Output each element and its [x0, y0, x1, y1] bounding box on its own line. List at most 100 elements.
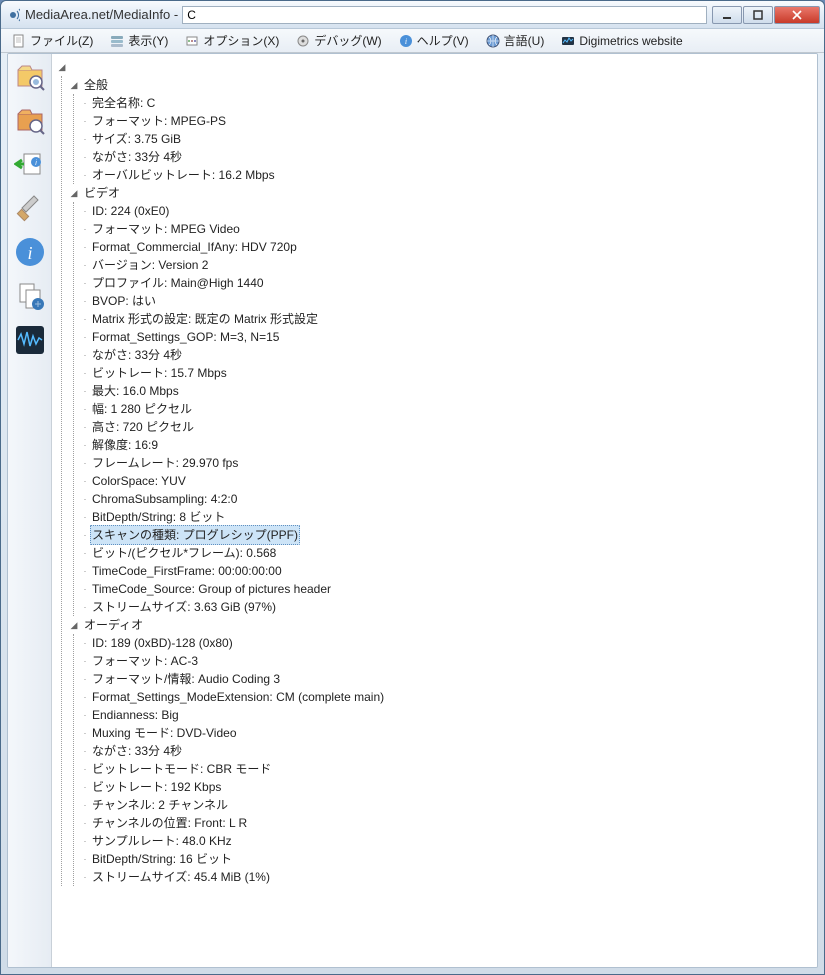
window-controls [711, 6, 820, 24]
minimize-button[interactable] [712, 6, 742, 24]
tree-leaf-row[interactable]: フォーマット: MPEG-PS [80, 112, 813, 130]
tree-leaf-row[interactable]: ながさ: 33分 4秒 [80, 346, 813, 364]
collapse-icon[interactable]: ◢ [56, 61, 68, 73]
tree-leaf-label: TimeCode_FirstFrame: 00:00:00:00 [90, 562, 284, 580]
tree-leaf-row[interactable]: ビットレート: 15.7 Mbps [80, 364, 813, 382]
tree-leaf-row[interactable]: 高さ: 720 ピクセル [80, 418, 813, 436]
tree-leaf-row[interactable]: フォーマット: AC-3 [80, 652, 813, 670]
tree-leaf-label: ストリームサイズ: 3.63 GiB (97%) [90, 598, 278, 616]
tree-section-row[interactable]: ◢オーディオ [68, 616, 813, 634]
tree-leaf-row[interactable]: 完全名称: C [80, 94, 813, 112]
tree-leaf-row[interactable]: ながさ: 33分 4秒 [80, 148, 813, 166]
tree-leaf-row[interactable]: サンプルレート: 48.0 KHz [80, 832, 813, 850]
leaf-bullet-icon [80, 850, 90, 868]
menu-label: オプション(X) [203, 32, 279, 49]
leaf-bullet-icon [80, 436, 90, 454]
tree-leaf-row[interactable]: ストリームサイズ: 3.63 GiB (97%) [80, 598, 813, 616]
close-button[interactable] [774, 6, 820, 24]
tree-leaf-label: BitDepth/String: 8 ビット [90, 508, 227, 526]
tree-leaf-row[interactable]: プロファイル: Main@High 1440 [80, 274, 813, 292]
sidebar-open-file-button[interactable] [12, 58, 48, 94]
sidebar-export-button[interactable]: i [12, 146, 48, 182]
tree-leaf-row[interactable]: 解像度: 16:9 [80, 436, 813, 454]
tree-leaf-row[interactable]: フォーマット: MPEG Video [80, 220, 813, 238]
tree-section-label: 全般 [82, 76, 110, 94]
tree-leaf-row[interactable]: ビット/(ピクセル*フレーム): 0.568 [80, 544, 813, 562]
menu-debug[interactable]: デバッグ(W) [289, 30, 387, 51]
tree-leaf-row[interactable]: ビットレート: 192 Kbps [80, 778, 813, 796]
menu-help[interactable]: i ヘルプ(V) [392, 30, 475, 51]
tree-leaf-row[interactable]: TimeCode_Source: Group of pictures heade… [80, 580, 813, 598]
svg-text:i: i [405, 37, 407, 46]
menu-language[interactable]: 言語(U) [479, 30, 551, 51]
tree-leaf-row[interactable]: TimeCode_FirstFrame: 00:00:00:00 [80, 562, 813, 580]
sidebar-copy-button[interactable] [12, 278, 48, 314]
tree-leaf-label: サンプルレート: 48.0 KHz [90, 832, 234, 850]
tree-leaf-row[interactable]: チャンネルの位置: Front: L R [80, 814, 813, 832]
tree-leaf-row[interactable]: バージョン: Version 2 [80, 256, 813, 274]
leaf-bullet-icon [80, 706, 90, 724]
tree-leaf-row[interactable]: ChromaSubsampling: 4:2:0 [80, 490, 813, 508]
leaf-bullet-icon [80, 94, 90, 112]
tree-leaf-label: ストリームサイズ: 45.4 MiB (1%) [90, 868, 272, 886]
tree-leaf-row[interactable]: Format_Settings_GOP: M=3, N=15 [80, 328, 813, 346]
tree-leaf-row[interactable]: Muxing モード: DVD-Video [80, 724, 813, 742]
tree-leaf-row[interactable]: Format_Settings_ModeExtension: CM (compl… [80, 688, 813, 706]
tree-leaf-row[interactable]: フォーマット/情報: Audio Coding 3 [80, 670, 813, 688]
tree-leaf-row[interactable]: ColorSpace: YUV [80, 472, 813, 490]
leaf-bullet-icon [80, 310, 90, 328]
tree-leaf-label: ビット/(ピクセル*フレーム): 0.568 [90, 544, 278, 562]
tree-leaf-row[interactable]: チャンネル: 2 チャンネル [80, 796, 813, 814]
tree-leaf-row[interactable]: スキャンの種類: プログレシップ(PPF) [80, 526, 813, 544]
tree-leaf-row[interactable]: Format_Commercial_IfAny: HDV 720p [80, 238, 813, 256]
tree-section-row[interactable]: ◢全般 [68, 76, 813, 94]
menubar: ファイル(Z) 表示(Y) オプション(X) デバッグ(W) i ヘルプ(V) [1, 29, 824, 53]
tree-leaf-label: Format_Commercial_IfAny: HDV 720p [90, 238, 299, 256]
tree-leaf-row[interactable]: ID: 189 (0xBD)-128 (0x80) [80, 634, 813, 652]
menu-digimetrics[interactable]: Digimetrics website [554, 31, 688, 51]
sidebar-preferences-button[interactable] [12, 190, 48, 226]
menu-options[interactable]: オプション(X) [178, 30, 285, 51]
leaf-bullet-icon [80, 724, 90, 742]
tree-leaf-row[interactable]: ID: 224 (0xE0) [80, 202, 813, 220]
tree-leaf-row[interactable]: ながさ: 33分 4秒 [80, 742, 813, 760]
tree-root-row[interactable]: ◢ [56, 58, 813, 76]
collapse-icon[interactable]: ◢ [68, 187, 80, 199]
titlebar-path-field[interactable]: C [182, 6, 707, 24]
tree-leaf-label: ColorSpace: YUV [90, 472, 188, 490]
leaf-bullet-icon [80, 256, 90, 274]
tree-leaf-row[interactable]: 幅: 1 280 ピクセル [80, 400, 813, 418]
tree-leaf-row[interactable]: ストリームサイズ: 45.4 MiB (1%) [80, 868, 813, 886]
collapse-icon[interactable]: ◢ [68, 79, 80, 91]
menu-view[interactable]: 表示(Y) [103, 30, 174, 51]
tree-leaf-label: ながさ: 33分 4秒 [90, 148, 184, 166]
tree-leaf-label: 解像度: 16:9 [90, 436, 160, 454]
tree-section-row[interactable]: ◢ビデオ [68, 184, 813, 202]
sidebar-about-button[interactable]: i [12, 234, 48, 270]
menu-file[interactable]: ファイル(Z) [5, 30, 99, 51]
tree-leaf-row[interactable]: BVOP: はい [80, 292, 813, 310]
digimetrics-icon [560, 33, 576, 49]
sidebar-open-folder-button[interactable] [12, 102, 48, 138]
tree-leaf-label: ChromaSubsampling: 4:2:0 [90, 490, 239, 508]
maximize-button[interactable] [743, 6, 773, 24]
tree-leaf-row[interactable]: ビットレートモード: CBR モード [80, 760, 813, 778]
collapse-icon[interactable]: ◢ [68, 619, 80, 631]
menu-label: Digimetrics website [579, 34, 682, 48]
leaf-bullet-icon [80, 796, 90, 814]
tree-leaf-row[interactable]: オーバルビットレート: 16.2 Mbps [80, 166, 813, 184]
leaf-bullet-icon [80, 364, 90, 382]
tree-leaf-label: フォーマット: AC-3 [90, 652, 200, 670]
tree-leaf-row[interactable]: BitDepth/String: 16 ビット [80, 850, 813, 868]
tree-leaf-row[interactable]: BitDepth/String: 8 ビット [80, 508, 813, 526]
sidebar-waveform-button[interactable] [12, 322, 48, 358]
tree-leaf-row[interactable]: サイズ: 3.75 GiB [80, 130, 813, 148]
tree-leaf-row[interactable]: Endianness: Big [80, 706, 813, 724]
leaf-bullet-icon [80, 292, 90, 310]
tree-panel[interactable]: ◢◢全般完全名称: Cフォーマット: MPEG-PSサイズ: 3.75 GiBな… [52, 54, 817, 967]
tree-leaf-row[interactable]: 最大: 16.0 Mbps [80, 382, 813, 400]
titlebar: MediaArea.net/MediaInfo - C [1, 1, 824, 29]
tree-leaf-row[interactable]: フレームレート: 29.970 fps [80, 454, 813, 472]
tree-leaf-row[interactable]: Matrix 形式の設定: 既定の Matrix 形式設定 [80, 310, 813, 328]
leaf-bullet-icon [80, 238, 90, 256]
